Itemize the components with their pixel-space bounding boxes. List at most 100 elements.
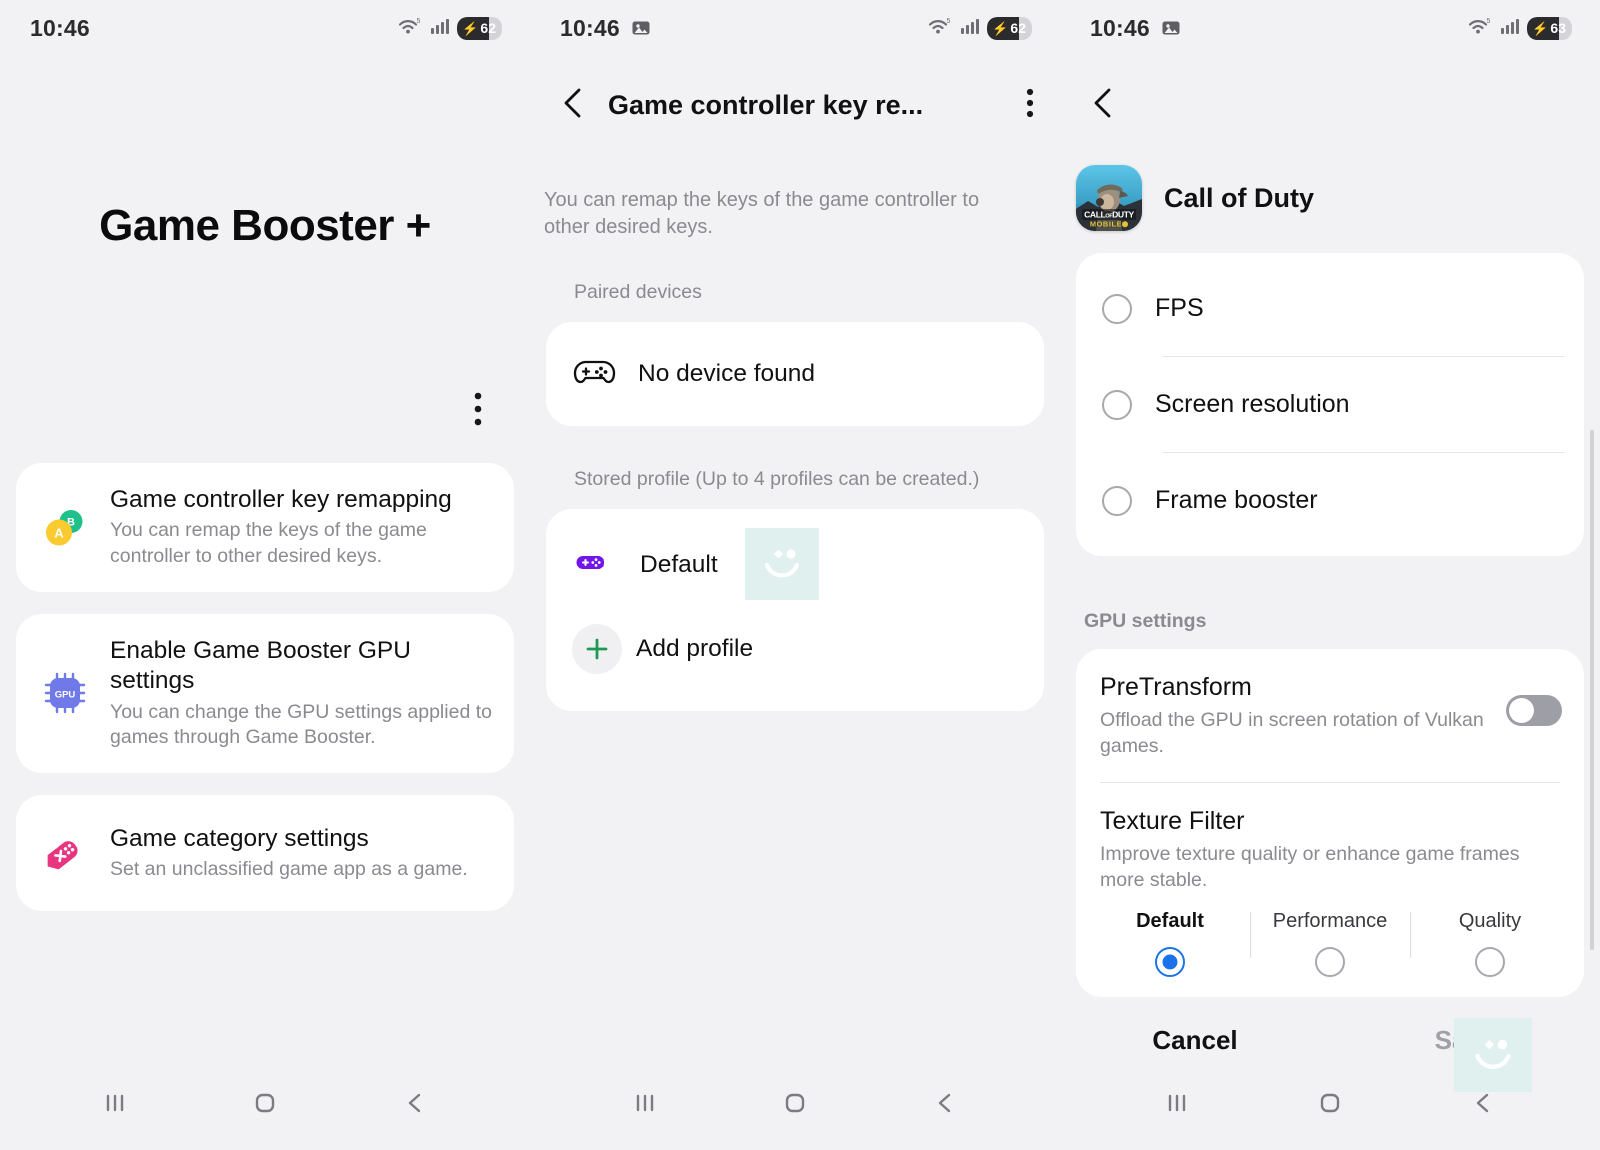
status-bar: 10:46 5 (530, 0, 1060, 56)
back-chevron-icon[interactable] (560, 86, 586, 125)
call-of-duty-icon: CALLOFDUTY MOBILE (1076, 165, 1142, 231)
card-game-category-settings[interactable]: Game category settings Set an unclassifi… (16, 795, 514, 912)
settings-card-list: B A Game controller key remapping You ca… (16, 463, 514, 933)
card-title: Enable Game Booster GPU settings (110, 636, 411, 695)
charging-bolt-icon: ⚡ (992, 20, 1009, 36)
status-time: 10:46 (30, 14, 90, 41)
navigation-bar (0, 1060, 530, 1150)
option-label: FPS (1155, 294, 1204, 322)
battery-indicator: ⚡ 62 (457, 16, 502, 40)
recents-icon[interactable] (630, 1090, 660, 1121)
back-icon[interactable] (930, 1090, 960, 1121)
recents-icon[interactable] (100, 1090, 130, 1121)
wifi-icon: 5 (397, 16, 423, 41)
battery-indicator: ⚡ 63 (1527, 16, 1572, 40)
svg-text:5: 5 (1487, 18, 1491, 25)
paired-device-label: No device found (638, 360, 816, 387)
overflow-menu-button[interactable] (474, 392, 482, 431)
texture-choice-performance[interactable]: Performance (1250, 910, 1410, 977)
setting-pretransform[interactable]: PreTransform Offload the GPU in screen r… (1076, 649, 1584, 782)
gpu-settings-card: PreTransform Offload the GPU in screen r… (1076, 649, 1584, 997)
app-bar: Game controller key re... (530, 56, 1060, 125)
home-icon[interactable] (1315, 1090, 1345, 1121)
app-bar (1060, 56, 1600, 125)
choice-label: Default (1136, 909, 1204, 932)
texture-choice-quality[interactable]: Quality (1410, 910, 1570, 977)
gamepad-outline-icon (572, 355, 616, 394)
radio-texture-default[interactable] (1155, 946, 1185, 977)
home-icon[interactable] (780, 1090, 810, 1121)
card-description: Set an unclassified game app as a game. (110, 857, 468, 880)
panel-game-booster-home: 10:46 5 ⚡ 62 Game Booster + B A Game con… (0, 0, 530, 1150)
panel-key-remapping: 10:46 5 ⚡ 62 Game controller key re... Y… (530, 0, 1060, 1150)
card-description: You can remap the keys of the game contr… (110, 519, 427, 568)
battery-percent: 62 (480, 20, 496, 36)
texture-choice-default[interactable]: Default (1090, 910, 1250, 977)
gamepad-purple-icon (572, 546, 618, 585)
wifi-icon: 5 (927, 16, 953, 41)
charging-bolt-icon: ⚡ (462, 20, 479, 36)
back-chevron-icon[interactable] (1090, 88, 1116, 124)
choice-label: Quality (1458, 909, 1522, 932)
radio-frame-booster[interactable] (1102, 485, 1132, 516)
battery-percent: 63 (1550, 20, 1566, 36)
option-row-screen-resolution[interactable]: Screen resolution (1076, 357, 1584, 452)
charging-bolt-icon: ⚡ (1532, 20, 1549, 36)
gpu-options-card: FPS Screen resolution Frame booster (1076, 253, 1584, 556)
status-time: 10:46 (560, 14, 620, 41)
app-header: CALLOFDUTY MOBILE Call of Duty (1060, 125, 1600, 231)
recents-icon[interactable] (1162, 1090, 1192, 1121)
battery-percent: 62 (1010, 20, 1026, 36)
home-icon[interactable] (250, 1090, 280, 1121)
paired-devices-label: Paired devices (574, 281, 702, 303)
game-tag-icon (38, 828, 92, 878)
option-row-fps[interactable]: FPS (1076, 261, 1584, 356)
back-icon[interactable] (400, 1090, 430, 1121)
card-game-controller-key-remapping[interactable]: B A Game controller key remapping You ca… (16, 463, 514, 592)
status-icons: 5 ⚡ 62 (397, 16, 502, 41)
status-icons: 5 ⚡ 63 (1467, 16, 1572, 41)
cancel-button[interactable]: Cancel (1060, 1025, 1330, 1056)
profile-label: Default (640, 551, 718, 578)
navigation-bar (530, 1060, 1060, 1150)
three-panel-screenshot: 10:46 5 ⚡ 62 Game Booster + B A Game con… (0, 0, 1600, 1150)
svg-text:MOBILE: MOBILE (1090, 220, 1122, 229)
choice-label: Performance (1272, 909, 1388, 932)
setting-texture-filter: Texture Filter Improve texture quality o… (1076, 783, 1584, 900)
image-notification-icon (631, 18, 651, 38)
svg-text:5: 5 (417, 18, 421, 25)
wifi-icon: 5 (1467, 16, 1493, 41)
profile-row-add[interactable]: Add profile (546, 607, 1044, 691)
option-row-frame-booster[interactable]: Frame booster (1076, 453, 1584, 548)
card-description: You can change the GPU settings applied … (110, 700, 492, 749)
svg-text:A: A (54, 526, 64, 541)
cellular-signal-icon (430, 17, 450, 40)
setting-title: PreTransform (1100, 673, 1252, 701)
svg-text:GPU: GPU (55, 690, 76, 701)
radio-screen-resolution[interactable] (1102, 389, 1132, 420)
cellular-signal-icon (960, 17, 980, 40)
overflow-menu-button[interactable] (1026, 88, 1034, 123)
paired-devices-card: No device found (546, 322, 1044, 426)
status-bar: 10:46 5 (1060, 0, 1600, 56)
vertical-scrollbar[interactable] (1590, 430, 1594, 950)
pretransform-toggle[interactable] (1506, 695, 1562, 726)
paired-device-row[interactable]: No device found (546, 322, 1044, 426)
texture-filter-segmented-control: Default Performance Quality (1076, 900, 1584, 997)
card-title: Game controller key remapping (110, 486, 452, 513)
option-label: Screen resolution (1155, 390, 1350, 418)
radio-fps[interactable] (1102, 293, 1132, 324)
panel-gpu-settings: 10:46 5 ⚡ 63 CALLOFDUTY MOBILE Call of D… (1060, 0, 1600, 1150)
status-icons: 5 ⚡ 62 (927, 16, 1032, 41)
radio-texture-performance[interactable] (1315, 946, 1345, 977)
radio-texture-quality[interactable] (1475, 946, 1505, 977)
stored-profile-label: Stored profile (Up to 4 profiles can be … (574, 468, 980, 490)
card-enable-gpu-settings[interactable]: GPU Enable Game Booster GPU settings You… (16, 613, 514, 774)
back-icon[interactable] (1468, 1090, 1498, 1121)
page-title: Game controller key re... (608, 90, 924, 120)
navigation-bar (1060, 1060, 1600, 1150)
svg-text:5: 5 (947, 18, 951, 25)
setting-description: Offload the GPU in screen rotation of Vu… (1100, 709, 1484, 757)
gpu-chip-icon: GPU (38, 668, 92, 718)
page-title: Game Booster + (99, 201, 431, 250)
